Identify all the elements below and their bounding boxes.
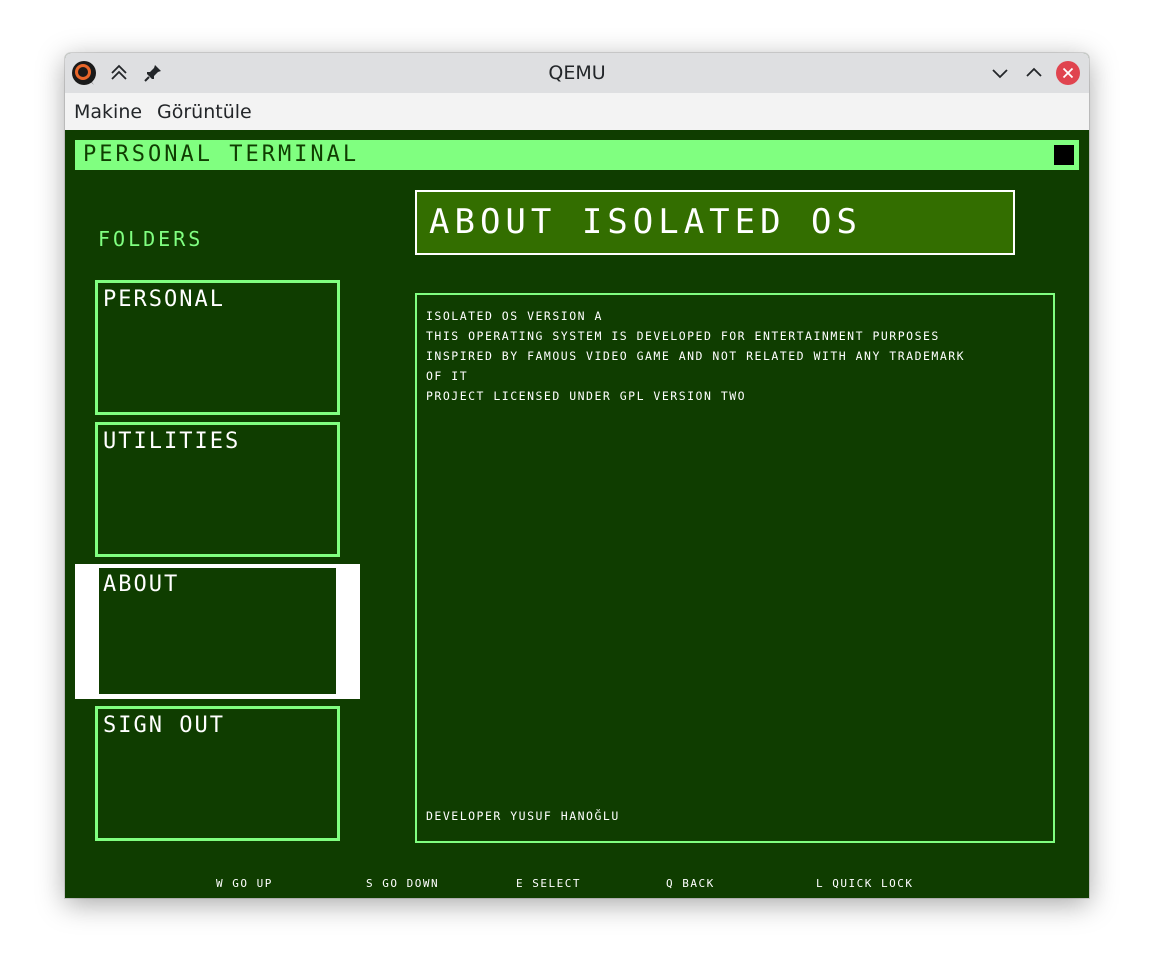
folder-sign-out[interactable]: SIGN OUT bbox=[95, 706, 340, 841]
content-line: INSPIRED BY FAMOUS VIDEO GAME AND NOT RE… bbox=[426, 349, 966, 363]
hint-go-up: W GO UP bbox=[216, 877, 273, 890]
content-line: ISOLATED OS VERSION A bbox=[426, 309, 603, 323]
content-line: OF IT bbox=[426, 369, 469, 383]
qemu-logo-icon[interactable] bbox=[71, 60, 97, 86]
window-title: QEMU bbox=[548, 62, 606, 84]
folder-label: SIGN OUT bbox=[103, 713, 225, 738]
content-line: PROJECT LICENSED UNDER GPL VERSION TWO bbox=[426, 389, 747, 403]
folder-label: PERSONAL bbox=[103, 287, 225, 312]
menu-machine[interactable]: Makine bbox=[74, 93, 142, 130]
folders-heading: FOLDERS bbox=[98, 227, 204, 251]
folder-about-selected[interactable]: ABOUT bbox=[75, 564, 360, 699]
pin-icon[interactable] bbox=[140, 60, 166, 86]
folder-utilities[interactable]: UTILITIES bbox=[95, 422, 340, 557]
hint-go-down: S GO DOWN bbox=[366, 877, 440, 890]
page-title-box: ABOUT ISOLATED OS bbox=[415, 190, 1015, 255]
menu-view[interactable]: Görüntüle bbox=[157, 93, 252, 130]
vm-screen[interactable]: PERSONAL TERMINAL FOLDERS PERSONAL UTILI… bbox=[65, 130, 1089, 898]
terminal-title: PERSONAL TERMINAL bbox=[83, 142, 360, 167]
terminal-header: PERSONAL TERMINAL bbox=[75, 140, 1079, 170]
content-line: THIS OPERATING SYSTEM IS DEVELOPED FOR E… bbox=[426, 329, 940, 343]
menu-bar: Makine Görüntüle bbox=[65, 93, 1089, 130]
folder-label: ABOUT bbox=[103, 572, 180, 597]
folder-label: UTILITIES bbox=[103, 429, 241, 454]
chevron-down-icon[interactable] bbox=[987, 60, 1013, 86]
hint-select: E SELECT bbox=[516, 877, 581, 890]
page-title: ABOUT ISOLATED OS bbox=[429, 202, 862, 242]
hint-quick-lock: L QUICK LOCK bbox=[816, 877, 914, 890]
close-icon[interactable] bbox=[1055, 60, 1081, 86]
chevron-up-icon[interactable] bbox=[1021, 60, 1047, 86]
keep-above-icon[interactable] bbox=[106, 60, 132, 86]
cursor-block bbox=[1054, 145, 1074, 165]
title-bar[interactable]: QEMU bbox=[65, 53, 1089, 93]
qemu-window: QEMU Makine Görüntüle PERSONAL TERMINAL … bbox=[65, 53, 1089, 898]
about-content: ISOLATED OS VERSION A THIS OPERATING SYS… bbox=[415, 293, 1055, 843]
folder-personal[interactable]: PERSONAL bbox=[95, 280, 340, 415]
folder-about: ABOUT bbox=[99, 568, 336, 694]
developer-credit: DEVELOPER YUSUF HANOĞLU bbox=[426, 809, 620, 823]
hint-back: Q BACK bbox=[666, 877, 715, 890]
